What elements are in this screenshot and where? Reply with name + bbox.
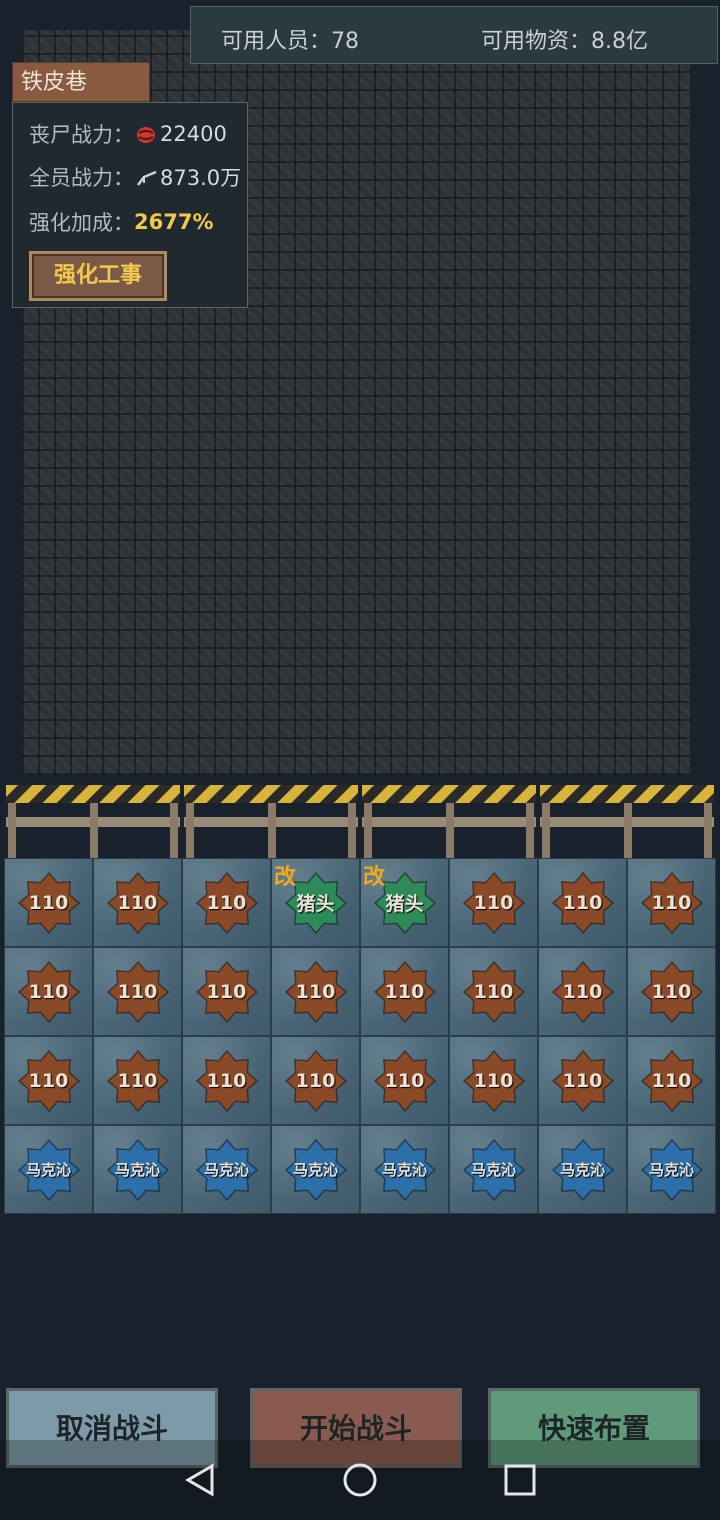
grid-cell[interactable]: 110	[4, 1036, 93, 1125]
location-name: 铁皮巷	[12, 62, 150, 102]
barricade-2	[184, 783, 358, 859]
unit-label: 马克沁	[470, 1161, 516, 1179]
grid-cell[interactable]: 110	[449, 858, 538, 947]
grid-cell[interactable]: 猪头 改	[271, 858, 360, 947]
unit-label: 马克沁	[114, 1161, 160, 1179]
bonus-label: 强化加成：	[29, 211, 134, 235]
unit-label: 110	[295, 980, 336, 1003]
grid-cell[interactable]: 110	[93, 858, 182, 947]
strengthen-defense-button[interactable]: 强化工事	[29, 251, 167, 301]
unit-label: 马克沁	[292, 1161, 338, 1179]
grid-cell[interactable]: 马克沁	[93, 1125, 182, 1214]
unit-label: 110	[28, 891, 69, 914]
barricade-1	[6, 783, 180, 859]
unit-label: 110	[473, 891, 514, 914]
unit-label: 110	[562, 1069, 603, 1092]
unit-label: 110	[206, 980, 247, 1003]
team-power-row: 全员战力： 873.0万	[29, 162, 241, 192]
info-panel: 丧尸战力： 22400 全员战力： 873.0万 强化加成： 2677% 强化工…	[12, 102, 248, 308]
unit-label: 马克沁	[203, 1161, 249, 1179]
unit-label: 110	[384, 980, 425, 1003]
grid-cell[interactable]: 马克沁	[360, 1125, 449, 1214]
barricade-4	[540, 783, 714, 859]
bonus-row: 强化加成： 2677%	[29, 207, 214, 237]
grid-cell[interactable]: 马克沁	[449, 1125, 538, 1214]
unit-label: 110	[206, 1069, 247, 1092]
grid-cell[interactable]: 马克沁	[271, 1125, 360, 1214]
grid-cell[interactable]: 猪头 改	[360, 858, 449, 947]
grid-cell[interactable]: 110	[182, 858, 271, 947]
grid-cell[interactable]: 110	[449, 947, 538, 1036]
unit-label: 110	[117, 1069, 158, 1092]
unit-label: 110	[384, 1069, 425, 1092]
barricade-3	[362, 783, 536, 859]
grid-cell[interactable]: 110	[4, 858, 93, 947]
unit-label: 110	[651, 1069, 692, 1092]
unit-label: 110	[206, 891, 247, 914]
grid-cell[interactable]: 110	[538, 947, 627, 1036]
grid-cell[interactable]: 110	[627, 947, 716, 1036]
unit-label: 马克沁	[648, 1161, 694, 1179]
available-supplies: 可用物资：8.8亿	[481, 29, 648, 54]
unit-label: 110	[651, 980, 692, 1003]
grid-cell[interactable]: 110	[271, 947, 360, 1036]
grid-cell[interactable]: 110	[627, 1036, 716, 1125]
unit-label: 110	[562, 980, 603, 1003]
zombie-icon	[136, 125, 156, 143]
unit-label: 110	[117, 980, 158, 1003]
zombie-power-value: 22400	[160, 122, 227, 146]
unit-label: 马克沁	[381, 1161, 427, 1179]
grid-cell[interactable]: 马克沁	[538, 1125, 627, 1214]
zombie-power-label: 丧尸战力：	[29, 123, 134, 147]
unit-label: 110	[295, 1069, 336, 1092]
grid-cell[interactable]: 110	[182, 1036, 271, 1125]
modified-badge: 改	[274, 865, 297, 890]
unit-label: 110	[473, 1069, 514, 1092]
grid-cell[interactable]: 110	[360, 1036, 449, 1125]
unit-label: 110	[28, 1069, 69, 1092]
unit-label: 110	[473, 980, 514, 1003]
grid-cell[interactable]: 110	[538, 1036, 627, 1125]
unit-label: 110	[117, 891, 158, 914]
home-circle-icon[interactable]	[342, 1462, 378, 1498]
grid-cell[interactable]: 马克沁	[627, 1125, 716, 1214]
zombie-power-row: 丧尸战力： 22400	[29, 119, 227, 149]
available-personnel: 可用人员：78	[221, 29, 359, 54]
grid-cell[interactable]: 110	[271, 1036, 360, 1125]
grid-cell[interactable]: 110	[360, 947, 449, 1036]
recent-square-icon[interactable]	[502, 1462, 538, 1498]
deployment-grid: 110 110 110 猪头 改猪头 改 110 110 110 110 110 110 110 110 1…	[4, 858, 718, 1216]
rifle-icon	[136, 168, 157, 186]
unit-label: 110	[562, 891, 603, 914]
grid-cell[interactable]: 马克沁	[4, 1125, 93, 1214]
unit-label: 马克沁	[559, 1161, 605, 1179]
grid-cell[interactable]: 110	[449, 1036, 538, 1125]
grid-cell[interactable]: 110	[93, 947, 182, 1036]
team-power-label: 全员战力：	[29, 166, 134, 190]
bonus-value: 2677%	[134, 210, 214, 234]
unit-label: 马克沁	[25, 1161, 71, 1179]
unit-label: 110	[651, 891, 692, 914]
unit-label: 110	[28, 980, 69, 1003]
grid-cell[interactable]: 110	[182, 947, 271, 1036]
resource-bar: 可用人员：78 可用物资：8.8亿	[190, 6, 718, 64]
grid-cell[interactable]: 马克沁	[182, 1125, 271, 1214]
team-power-value: 873.0万	[160, 166, 242, 190]
grid-cell[interactable]: 110	[93, 1036, 182, 1125]
back-triangle-icon[interactable]	[182, 1462, 218, 1498]
unit-label: 猪头	[385, 893, 424, 915]
modified-badge: 改	[363, 865, 386, 890]
grid-cell[interactable]: 110	[538, 858, 627, 947]
grid-cell[interactable]: 110	[4, 947, 93, 1036]
unit-label: 猪头	[296, 893, 335, 915]
grid-cell[interactable]: 110	[627, 858, 716, 947]
